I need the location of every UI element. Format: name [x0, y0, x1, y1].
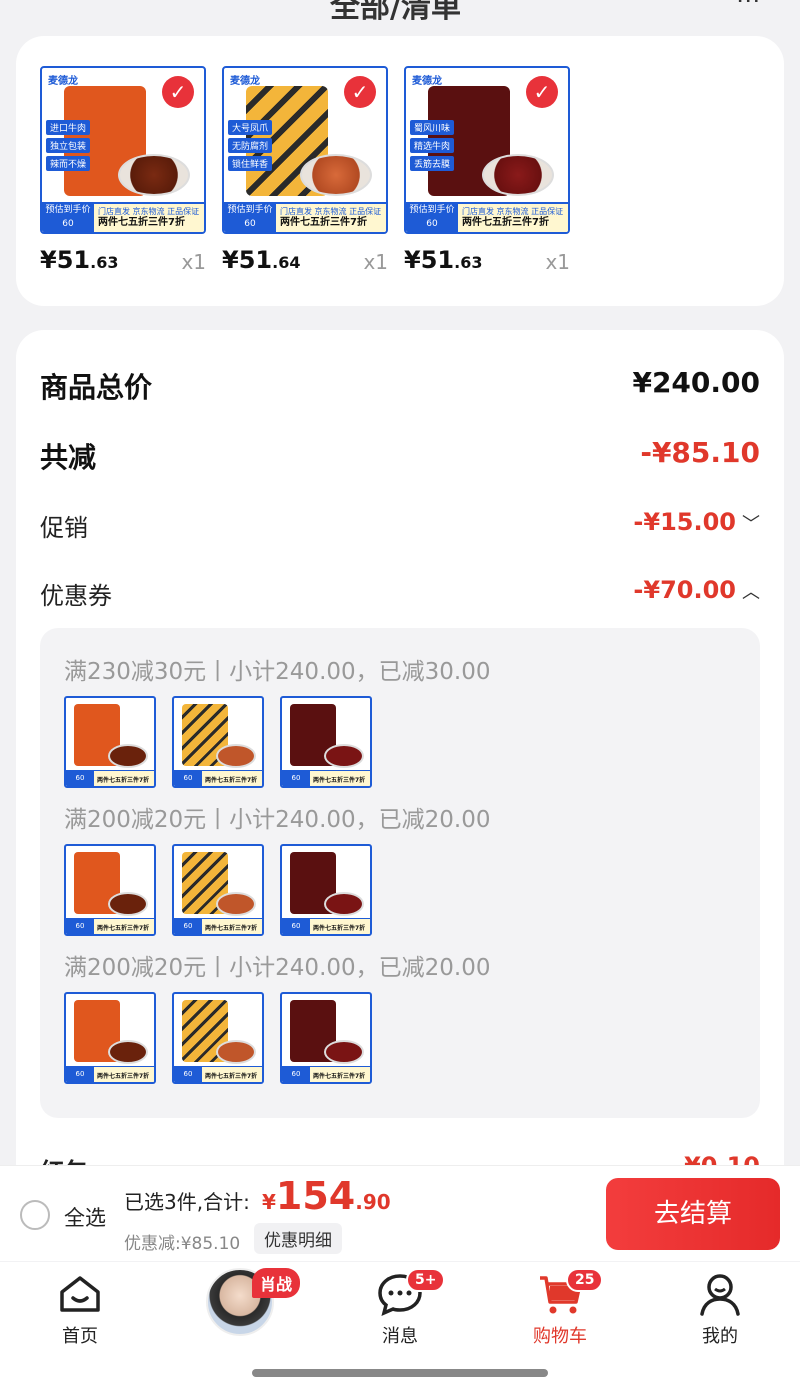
more-icon[interactable]: ⋯ — [736, 0, 760, 14]
price-detail-card: 商品总价 ¥240.00 共减 -¥85.10 促销 -¥15.00 ﹀ 优惠券 … — [16, 330, 784, 1230]
product-tag: 独立包装 — [46, 138, 91, 153]
product-image: 麦德龙 蜀风川味 精选牛肉 丢筋去膜 预估到手价 60 门店直发 京东物流 正品保… — [404, 66, 570, 234]
product-tag: 蜀风川味 — [410, 120, 455, 135]
tab-mine-label: 我的 — [702, 1326, 738, 1347]
selected-products-card: 麦德龙 进口牛肉 独立包装 辣而不燥 预估到手价 60 门店直发 京东物流 正品保… — [16, 36, 784, 306]
cart-badge: 25 — [566, 1268, 604, 1292]
promo-value-wrap[interactable]: -¥15.00 ﹀ — [633, 508, 760, 536]
tab-home[interactable]: 首页 — [20, 1270, 140, 1348]
product-tag: 辣而不燥 — [46, 156, 91, 171]
home-icon — [60, 1276, 100, 1312]
product-promo-bar: 预估到手价 60 门店直发 京东物流 正品保证 两件七五折三件7折 — [406, 202, 568, 232]
home-indicator[interactable] — [252, 1369, 548, 1377]
thumb-product[interactable]: 60 两件七五折三件7折 — [172, 696, 264, 788]
thumb-product[interactable]: 60 两件七五折三件7折 — [64, 992, 156, 1084]
total-amount: ¥154.90 — [262, 1174, 391, 1218]
discount-detail-button[interactable]: 优惠明细 — [254, 1223, 342, 1254]
thumb-product[interactable]: 60 两件七五折三件7折 — [280, 844, 372, 936]
promo-text: 两件七五折三件7折 — [462, 217, 549, 228]
product-tag: 精选牛肉 — [410, 138, 455, 153]
product-tag: 大号凤爪 — [228, 120, 273, 135]
product-tag: 丢筋去膜 — [410, 156, 455, 171]
product-bowl — [118, 154, 190, 196]
product-tag: 锁住鲜香 — [228, 156, 273, 171]
select-all-label[interactable]: 全选 — [64, 1202, 106, 1232]
coupon-value-wrap[interactable]: -¥70.00 ︿ — [633, 576, 760, 604]
coupon-detail-box: 满230减30元丨小计240.00，已减30.00 60 两件七五折三件7折 60… — [40, 628, 760, 1118]
chevron-down-icon[interactable]: ﹀ — [742, 514, 760, 535]
tab-home-label: 首页 — [62, 1326, 98, 1347]
messages-badge: 5+ — [406, 1268, 446, 1292]
brand-logo: 麦德龙 — [230, 76, 260, 87]
product-item[interactable]: 麦德龙 大号凤爪 无防腐剂 锁住鲜香 预估到手价 60 门店直发 京东物流 正品保… — [222, 66, 388, 278]
settle-bar: 全选 已选3件,合计: ¥154.90 优惠减:¥85.10 优惠明细 去结算 — [0, 1165, 800, 1261]
product-qty: x1 — [181, 250, 206, 274]
page-title-fragment: 全部/清单 — [330, 0, 461, 25]
thumb-product[interactable]: 60 两件七五折三件7折 — [172, 844, 264, 936]
selected-summary: 已选3件,合计: — [124, 1190, 250, 1214]
estimated-price: 预估到手价 60 — [224, 202, 276, 232]
checkout-button[interactable]: 去结算 — [606, 1178, 780, 1250]
product-bowl — [300, 154, 372, 196]
coupon-label: 优惠券 — [40, 582, 112, 610]
tab-cart-label: 购物车 — [533, 1326, 587, 1347]
thumb-product[interactable]: 60 两件七五折三件7折 — [280, 992, 372, 1084]
promo-text: 两件七五折三件7折 — [98, 217, 185, 228]
thumb-product[interactable]: 60 两件七五折三件7折 — [280, 696, 372, 788]
thumb-product[interactable]: 60 两件七五折三件7折 — [64, 844, 156, 936]
total-label: 商品总价 — [40, 371, 153, 404]
product-image: 麦德龙 大号凤爪 无防腐剂 锁住鲜香 预估到手价 60 门店直发 京东物流 正品保… — [222, 66, 388, 234]
product-qty: x1 — [545, 250, 570, 274]
coupon-value: -¥70.00 — [633, 576, 736, 604]
tab-mine[interactable]: 我的 — [660, 1270, 780, 1348]
product-qty: x1 — [363, 250, 388, 274]
product-item[interactable]: 麦德龙 蜀风川味 精选牛肉 丢筋去膜 预估到手价 60 门店直发 京东物流 正品保… — [404, 66, 570, 278]
promo-text: 两件七五折三件7折 — [280, 217, 367, 228]
product-tag: 无防腐剂 — [228, 138, 273, 153]
user-icon — [700, 1274, 740, 1316]
coupon-rule: 满230减30元丨小计240.00，已减30.00 — [64, 659, 491, 685]
product-promo-bar: 预估到手价 60 门店直发 京东物流 正品保证 两件七五折三件7折 — [224, 202, 386, 232]
checked-icon[interactable]: ✓ — [162, 76, 194, 108]
product-image: 麦德龙 进口牛肉 独立包装 辣而不燥 预估到手价 60 门店直发 京东物流 正品保… — [40, 66, 206, 234]
avatar-badge: 肖战 — [252, 1268, 301, 1298]
discount-summary: 优惠减:¥85.10 — [124, 1234, 241, 1254]
reduce-value: -¥85.10 — [640, 436, 760, 469]
estimated-price: 预估到手价 60 — [406, 202, 458, 232]
thumb-product[interactable]: 60 两件七五折三件7折 — [64, 696, 156, 788]
product-item[interactable]: 麦德龙 进口牛肉 独立包装 辣而不燥 预估到手价 60 门店直发 京东物流 正品保… — [40, 66, 206, 278]
estimated-price: 预估到手价 60 — [42, 202, 94, 232]
total-value: ¥240.00 — [632, 366, 760, 399]
product-price: ¥51.64 — [222, 246, 301, 274]
reduce-label: 共减 — [40, 441, 97, 474]
promo-label: 促销 — [40, 514, 88, 542]
thumb-product[interactable]: 60 两件七五折三件7折 — [172, 992, 264, 1084]
product-tag: 进口牛肉 — [46, 120, 91, 135]
product-bowl — [482, 154, 554, 196]
select-all-radio[interactable] — [20, 1200, 50, 1230]
chevron-up-icon[interactable]: ︿ — [742, 582, 760, 603]
brand-logo: 麦德龙 — [48, 76, 78, 87]
brand-logo: 麦德龙 — [412, 76, 442, 87]
promo-value: -¥15.00 — [633, 508, 736, 536]
checked-icon[interactable]: ✓ — [526, 76, 558, 108]
tab-messages-label: 消息 — [382, 1326, 418, 1347]
product-promo-bar: 预估到手价 60 门店直发 京东物流 正品保证 两件七五折三件7折 — [42, 202, 204, 232]
checked-icon[interactable]: ✓ — [344, 76, 376, 108]
coupon-rule: 满200减20元丨小计240.00，已减20.00 — [64, 807, 491, 833]
product-price: ¥51.63 — [404, 246, 483, 274]
product-price: ¥51.63 — [40, 246, 119, 274]
coupon-rule: 满200减20元丨小计240.00，已减20.00 — [64, 955, 491, 981]
